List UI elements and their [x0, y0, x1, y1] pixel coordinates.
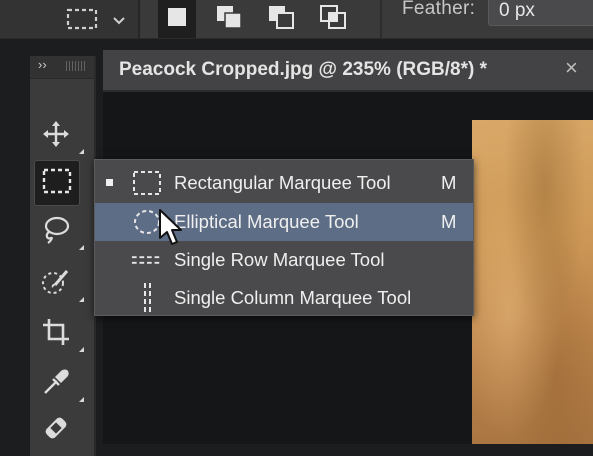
quick-selection-icon	[41, 267, 71, 302]
document-tab[interactable]: Peacock Cropped.jpg @ 235% (RGB/8*) * ×	[103, 50, 593, 92]
move-icon	[42, 120, 70, 153]
feather-label: Feather:	[402, 0, 476, 19]
add-to-selection-button[interactable]	[210, 0, 248, 38]
collapse-panel-button[interactable]: ››	[38, 57, 47, 72]
crop-icon	[41, 317, 71, 352]
menu-item-shortcut: M	[441, 172, 457, 193]
new-selection-button[interactable]	[158, 0, 196, 38]
options-separator	[380, 0, 382, 38]
rectangular-marquee-icon	[42, 168, 72, 199]
menu-item-single-row-marquee[interactable]: Single Row Marquee Tool	[95, 241, 473, 279]
eyedropper-tool[interactable]	[34, 362, 84, 406]
eyedropper-icon	[41, 367, 71, 402]
marquee-tools-flyout: Rectangular Marquee Tool M Elliptical Ma…	[94, 159, 474, 316]
menu-item-label: Single Row Marquee Tool	[174, 249, 385, 270]
marquee-tool[interactable]	[34, 160, 80, 206]
submenu-indicator-icon	[79, 347, 84, 352]
lasso-icon	[41, 215, 71, 250]
crop-tool[interactable]	[34, 312, 84, 356]
bandage-icon	[41, 413, 71, 448]
move-tool[interactable]	[34, 114, 84, 158]
menu-item-shortcut: M	[441, 211, 457, 232]
document-title: Peacock Cropped.jpg @ 235% (RGB/8*) *	[119, 59, 488, 80]
feather-input[interactable]: 0 px	[488, 0, 593, 26]
image-content	[472, 120, 593, 444]
submenu-indicator-icon	[79, 297, 84, 302]
rectangular-marquee-icon	[66, 8, 98, 35]
menu-item-label: Rectangular Marquee Tool	[174, 172, 391, 193]
new-selection-icon	[165, 5, 189, 34]
current-tool-indicator	[106, 179, 113, 186]
add-selection-icon	[214, 3, 244, 36]
submenu-indicator-icon	[79, 149, 84, 154]
tool-preset-picker[interactable]	[0, 0, 140, 38]
chevron-down-icon	[112, 13, 126, 31]
close-tab-button[interactable]: ×	[565, 55, 578, 81]
mouse-pointer-icon	[158, 208, 184, 253]
options-bar: Feather: 0 px	[0, 0, 593, 39]
lasso-tool[interactable]	[34, 210, 84, 254]
quick-selection-tool[interactable]	[34, 262, 84, 306]
menu-item-label: Elliptical Marquee Tool	[174, 211, 359, 232]
menu-item-label: Single Column Marquee Tool	[174, 287, 412, 308]
menu-item-elliptical-marquee[interactable]: Elliptical Marquee Tool M	[95, 203, 473, 241]
menu-item-single-column-marquee[interactable]: Single Column Marquee Tool	[95, 279, 473, 317]
menu-item-rectangular-marquee[interactable]: Rectangular Marquee Tool M	[95, 164, 473, 202]
subtract-from-selection-button[interactable]	[262, 0, 300, 38]
rectangular-marquee-icon	[131, 168, 163, 198]
tools-panel-header: ››	[30, 56, 94, 79]
submenu-indicator-icon	[79, 245, 84, 250]
healing-brush-tool[interactable]	[34, 408, 78, 452]
single-column-marquee-icon	[131, 283, 163, 313]
intersect-selection-icon	[318, 3, 348, 36]
panel-grip-handle[interactable]	[66, 61, 86, 71]
tools-panel: ››	[30, 56, 96, 456]
subtract-selection-icon	[266, 3, 296, 36]
submenu-indicator-icon	[79, 397, 84, 402]
intersect-with-selection-button[interactable]	[314, 0, 352, 38]
